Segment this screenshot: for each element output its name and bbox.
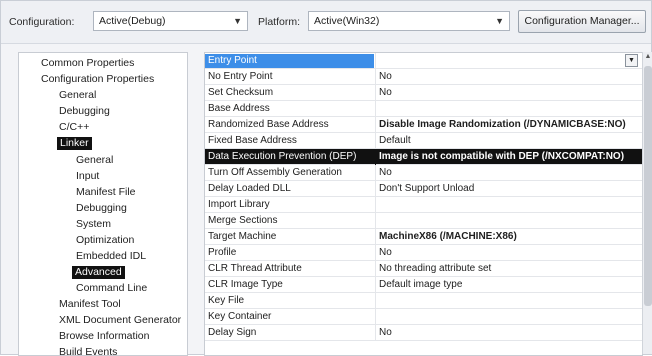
property-name: Key Container [208, 311, 272, 322]
property-row[interactable]: Profile No [205, 245, 642, 261]
property-name: Data Execution Prevention (DEP) [208, 151, 357, 162]
property-row[interactable]: Set Checksum No [205, 85, 642, 101]
tree-item-debugging[interactable]: Debugging [59, 105, 110, 118]
property-value[interactable]: No [379, 326, 392, 340]
tree-item-cpp[interactable]: C/C++ [59, 121, 89, 134]
scrollbar-thumb[interactable] [644, 66, 652, 306]
platform-dropdown[interactable]: Active(Win32) ▼ [308, 11, 510, 31]
tree-item-linker-optimization[interactable]: Optimization [76, 234, 134, 247]
property-name: Turn Off Assembly Generation [208, 167, 342, 178]
grid-scrollbar[interactable]: ▲ [642, 52, 652, 354]
property-name: Profile [208, 247, 237, 258]
arrow-up-icon[interactable]: ▲ [643, 53, 652, 60]
tree-item-linker[interactable]: Linker [57, 137, 92, 150]
platform-value: Active(Win32) [314, 15, 380, 27]
configuration-toolbar: Configuration: Active(Debug) ▼ Platform:… [1, 1, 651, 44]
property-row[interactable]: Key Container [205, 309, 642, 325]
property-name: Base Address [208, 103, 270, 114]
property-value[interactable]: MachineX86 (/MACHINE:X86) [379, 230, 517, 244]
configuration-value: Active(Debug) [99, 15, 166, 27]
tree-item-linker-debugging[interactable]: Debugging [76, 202, 127, 215]
property-value[interactable]: Default image type [379, 278, 462, 292]
platform-label: Platform: [258, 16, 301, 28]
property-name: CLR Image Type [208, 279, 283, 290]
property-row[interactable]: Randomized Base Address Disable Image Ra… [205, 117, 642, 133]
property-name: Merge Sections [208, 215, 278, 226]
property-row[interactable]: Key File [205, 293, 642, 309]
tree-item-xml-document-generator[interactable]: XML Document Generator [59, 314, 181, 327]
property-value[interactable]: Don't Support Unload [379, 182, 474, 196]
tree-item-linker-general[interactable]: General [76, 154, 113, 167]
tree-item-linker-advanced[interactable]: Advanced [72, 266, 125, 279]
property-row[interactable]: Entry Point ▼ [205, 53, 642, 69]
property-value[interactable]: No threading attribute set [379, 262, 491, 276]
tree-item-configuration-properties[interactable]: Configuration Properties [41, 73, 154, 86]
configuration-dropdown[interactable]: Active(Debug) ▼ [93, 11, 248, 31]
property-row[interactable]: Import Library [205, 197, 642, 213]
chevron-down-icon: ▼ [495, 16, 504, 26]
property-tree: Common Properties Configuration Properti… [18, 52, 188, 356]
property-value[interactable]: No [379, 246, 392, 260]
property-row[interactable]: Delay Loaded DLL Don't Support Unload [205, 181, 642, 197]
configuration-label: Configuration: [9, 16, 75, 28]
property-name: Set Checksum [208, 87, 274, 98]
property-name: Delay Loaded DLL [208, 183, 291, 194]
property-name: Key File [208, 295, 245, 306]
property-name: Entry Point [205, 54, 374, 68]
property-row[interactable]: Target Machine MachineX86 (/MACHINE:X86) [205, 229, 642, 245]
property-value[interactable]: Default [379, 134, 411, 148]
tree-item-linker-input[interactable]: Input [76, 170, 99, 183]
property-value[interactable]: No [379, 166, 392, 180]
property-row[interactable]: No Entry Point No [205, 69, 642, 85]
property-value[interactable]: No [379, 70, 392, 84]
property-name: CLR Thread Attribute [208, 263, 302, 274]
property-value[interactable]: Disable Image Randomization (/DYNAMICBAS… [379, 118, 626, 132]
property-value[interactable]: Image is not compatible with DEP (/NXCOM… [379, 150, 624, 164]
tree-item-linker-system[interactable]: System [76, 218, 111, 231]
chevron-down-icon: ▼ [233, 16, 242, 26]
tree-item-linker-command-line[interactable]: Command Line [76, 282, 147, 295]
chevron-down-icon[interactable]: ▼ [625, 54, 638, 67]
property-row[interactable]: CLR Image Type Default image type [205, 277, 642, 293]
property-value[interactable]: No [379, 86, 392, 100]
property-name: No Entry Point [208, 71, 273, 82]
tree-item-browse-information[interactable]: Browse Information [59, 330, 149, 343]
property-name: Target Machine [208, 231, 277, 242]
property-name: Randomized Base Address [208, 119, 329, 130]
property-row[interactable]: Delay Sign No [205, 325, 642, 341]
property-row[interactable]: Fixed Base Address Default [205, 133, 642, 149]
property-row[interactable]: Base Address [205, 101, 642, 117]
property-row[interactable]: Turn Off Assembly Generation No [205, 165, 642, 181]
property-name: Import Library [208, 199, 270, 210]
property-row-dep-highlighted[interactable]: Data Execution Prevention (DEP) Image is… [205, 149, 642, 165]
property-row[interactable]: CLR Thread Attribute No threading attrib… [205, 261, 642, 277]
tree-item-linker-manifest-file[interactable]: Manifest File [76, 186, 136, 199]
property-name: Fixed Base Address [208, 135, 297, 146]
tree-item-common-properties[interactable]: Common Properties [41, 57, 134, 70]
property-pages-window: Configuration: Active(Debug) ▼ Platform:… [0, 0, 652, 356]
tree-item-general[interactable]: General [59, 89, 96, 102]
configuration-manager-button[interactable]: Configuration Manager... [518, 10, 646, 33]
property-grid: Entry Point ▼ No Entry Point No Set Chec… [204, 52, 643, 356]
tree-item-linker-embedded-idl[interactable]: Embedded IDL [76, 250, 146, 263]
property-row[interactable]: Merge Sections [205, 213, 642, 229]
tree-item-manifest-tool[interactable]: Manifest Tool [59, 298, 121, 311]
property-name: Delay Sign [208, 327, 257, 338]
